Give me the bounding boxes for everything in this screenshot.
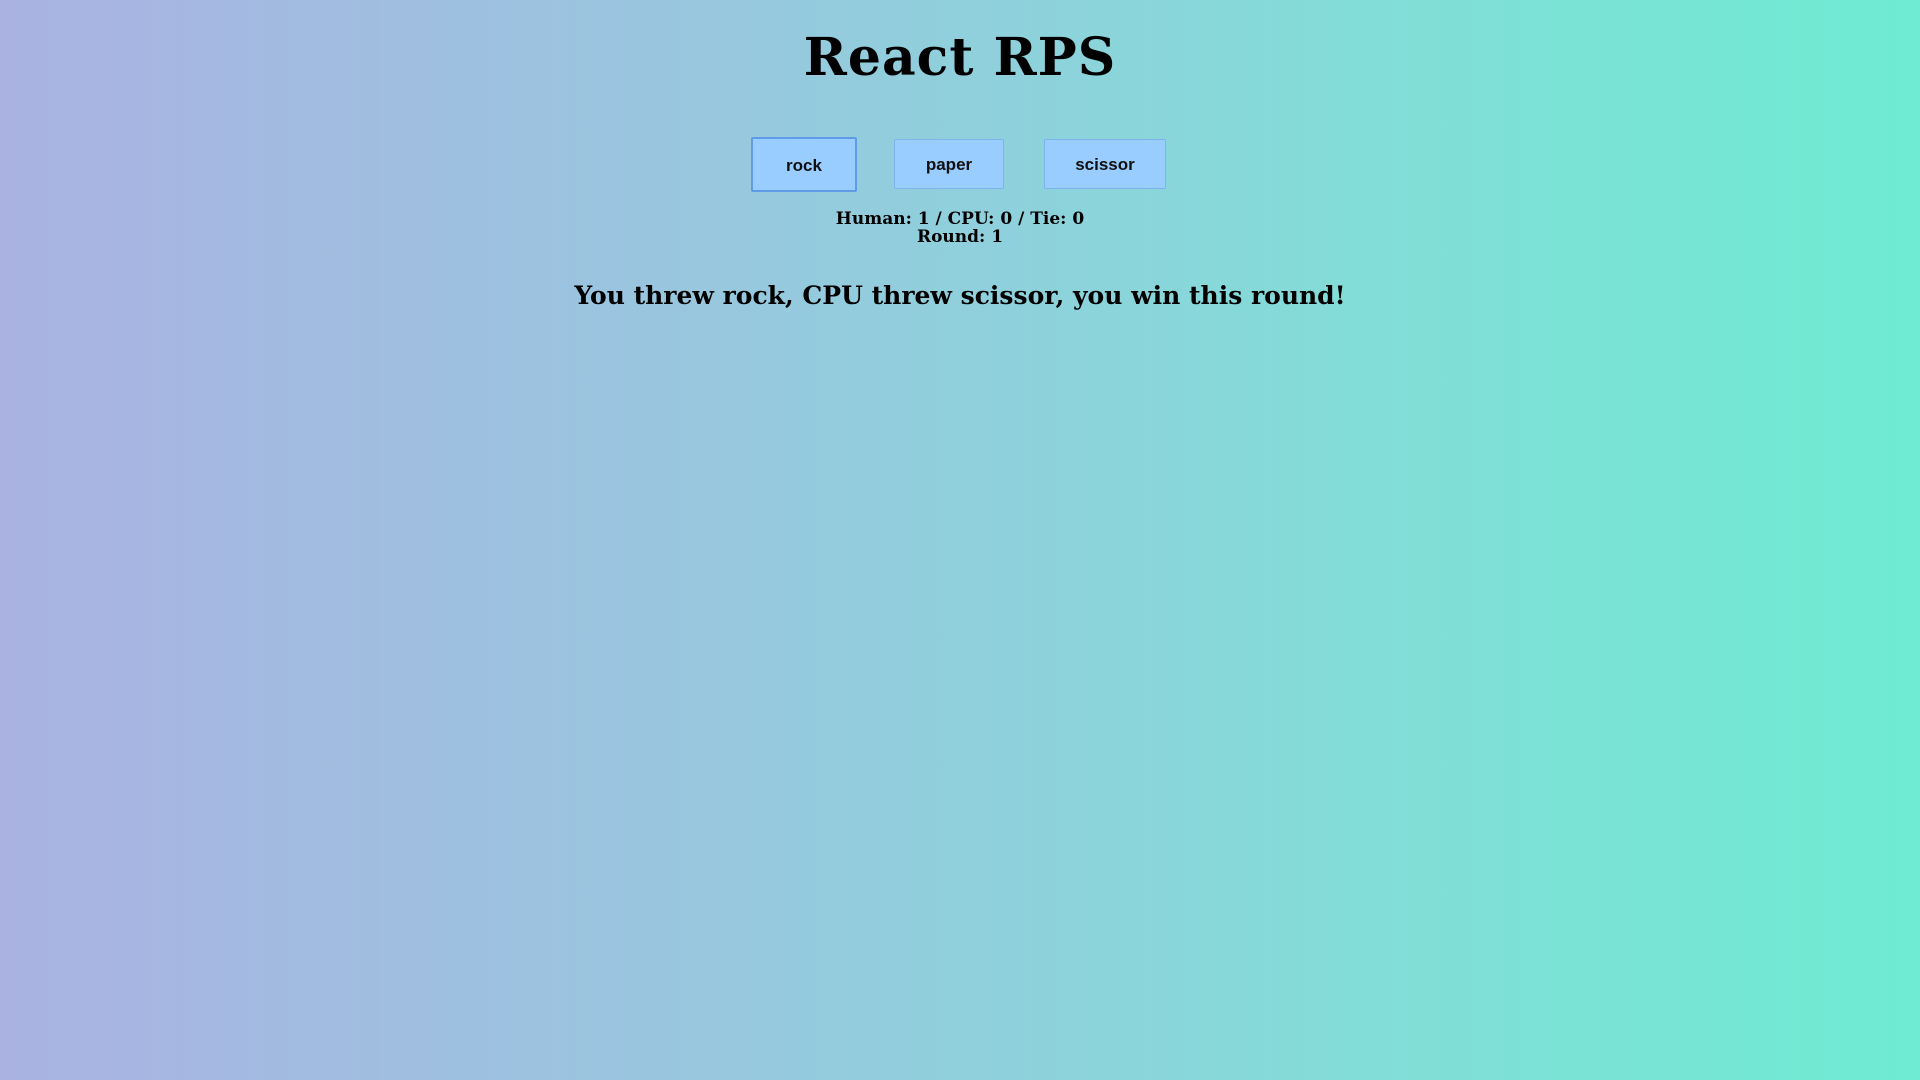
- score-line: Human: 1 / CPU: 0 / Tie: 0: [835, 209, 1085, 229]
- rock-button[interactable]: rock: [751, 137, 857, 192]
- scissor-button[interactable]: scissor: [1044, 139, 1166, 189]
- round-counter: Round: 1: [916, 227, 1004, 247]
- page-title: React RPS: [803, 27, 1117, 88]
- choice-buttons: rock paper scissor: [0, 137, 1920, 192]
- scoreboard: Human: 1 / CPU: 0 / Tie: 0 Round: 1: [0, 210, 1920, 246]
- app-root: React RPS rock paper scissor Human: 1 / …: [0, 0, 1920, 1080]
- round-result-message: You threw rock, CPU threw scissor, you w…: [574, 281, 1346, 310]
- paper-button[interactable]: paper: [894, 139, 1004, 189]
